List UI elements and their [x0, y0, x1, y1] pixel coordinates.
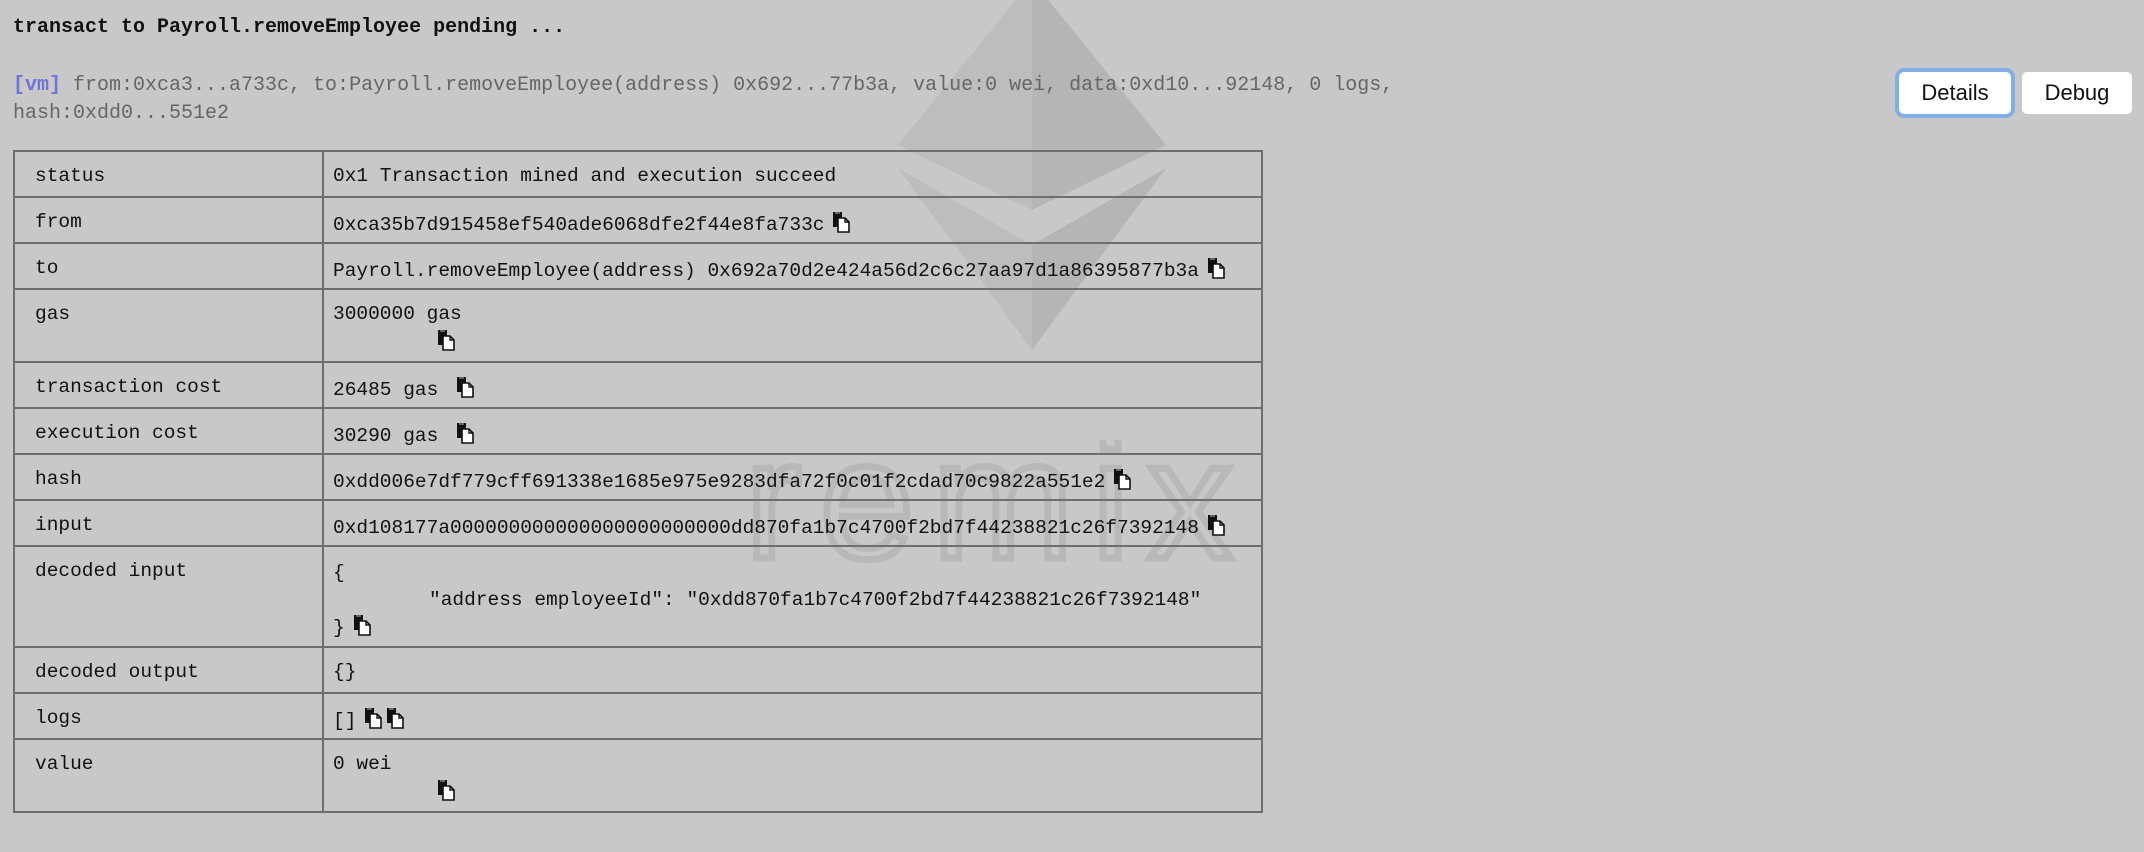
table-row-transaction-cost: transaction cost 26485 gas: [13, 361, 1263, 409]
table-row-input: input 0xd108177a000000000000000000000000…: [13, 499, 1263, 547]
row-label: to: [13, 242, 324, 290]
copy-icon[interactable]: [1113, 468, 1131, 490]
transaction-log-summary[interactable]: [vm] from:0xca3...a733c, to:Payroll.remo…: [13, 72, 1613, 128]
copy-icon[interactable]: [1207, 514, 1225, 536]
table-row-from: from 0xca35b7d915458ef540ade6068dfe2f44e…: [13, 196, 1263, 244]
row-label: execution cost: [13, 407, 324, 455]
row-value: 0xdd006e7df779cff691338e1685e975e9283dfa…: [333, 471, 1106, 493]
table-row-decoded-input: decoded input { "address employeeId": "0…: [13, 545, 1263, 648]
decoded-input-param: "address employeeId": "0xdd870fa1b7c4700…: [429, 589, 1202, 611]
copy-icon[interactable]: [437, 779, 455, 801]
row-label: decoded input: [13, 545, 324, 648]
table-row-hash: hash 0xdd006e7df779cff691338e1685e975e92…: [13, 453, 1263, 501]
details-button[interactable]: Details: [1899, 72, 2011, 114]
debug-button[interactable]: Debug: [2022, 72, 2132, 114]
row-label: decoded output: [13, 646, 324, 694]
row-value: 30290 gas: [333, 425, 439, 447]
row-label: value: [13, 738, 324, 813]
row-label: input: [13, 499, 324, 547]
row-label: logs: [13, 692, 324, 740]
table-row-to: to Payroll.removeEmployee(address) 0x692…: [13, 242, 1263, 290]
copy-icon[interactable]: [437, 329, 455, 351]
row-label: status: [13, 150, 324, 198]
table-row-gas: gas 3000000 gas: [13, 288, 1263, 363]
decoded-input-close: }: [333, 617, 345, 639]
row-value: 0xca35b7d915458ef540ade6068dfe2f44e8fa73…: [333, 214, 825, 236]
row-value: {}: [322, 646, 1263, 694]
row-label: transaction cost: [13, 361, 324, 409]
table-row-decoded-output: decoded output {}: [13, 646, 1263, 694]
row-value: 26485 gas: [333, 379, 439, 401]
vm-tag: [vm]: [13, 74, 62, 97]
log-text: from:0xca3...a733c, to:Payroll.removeEmp…: [13, 74, 1394, 125]
copy-icon[interactable]: [456, 422, 474, 444]
transaction-details-table: status 0x1 Transaction mined and executi…: [13, 150, 1263, 813]
table-row-execution-cost: execution cost 30290 gas: [13, 407, 1263, 455]
transaction-title: transact to Payroll.removeEmployee pendi…: [13, 16, 566, 39]
decoded-input-open: {: [333, 562, 345, 584]
copy-icon[interactable]: [1207, 257, 1225, 279]
row-value: 0 wei: [333, 753, 392, 775]
table-row-logs: logs []: [13, 692, 1263, 740]
row-value: []: [333, 710, 357, 732]
row-label: hash: [13, 453, 324, 501]
row-label: from: [13, 196, 324, 244]
row-value: Payroll.removeEmployee(address) 0x692a70…: [333, 260, 1199, 282]
copy-icon[interactable]: [386, 707, 404, 729]
row-value: 0x1 Transaction mined and execution succ…: [322, 150, 1263, 198]
row-value: 3000000 gas: [333, 303, 462, 325]
copy-icon[interactable]: [832, 211, 850, 233]
table-row-status: status 0x1 Transaction mined and executi…: [13, 150, 1263, 198]
row-label: gas: [13, 288, 324, 363]
table-row-value: value 0 wei: [13, 738, 1263, 813]
copy-icon[interactable]: [353, 614, 371, 636]
copy-icon[interactable]: [456, 376, 474, 398]
copy-icon[interactable]: [364, 707, 382, 729]
row-value: 0xd108177a000000000000000000000000dd870f…: [333, 517, 1199, 539]
